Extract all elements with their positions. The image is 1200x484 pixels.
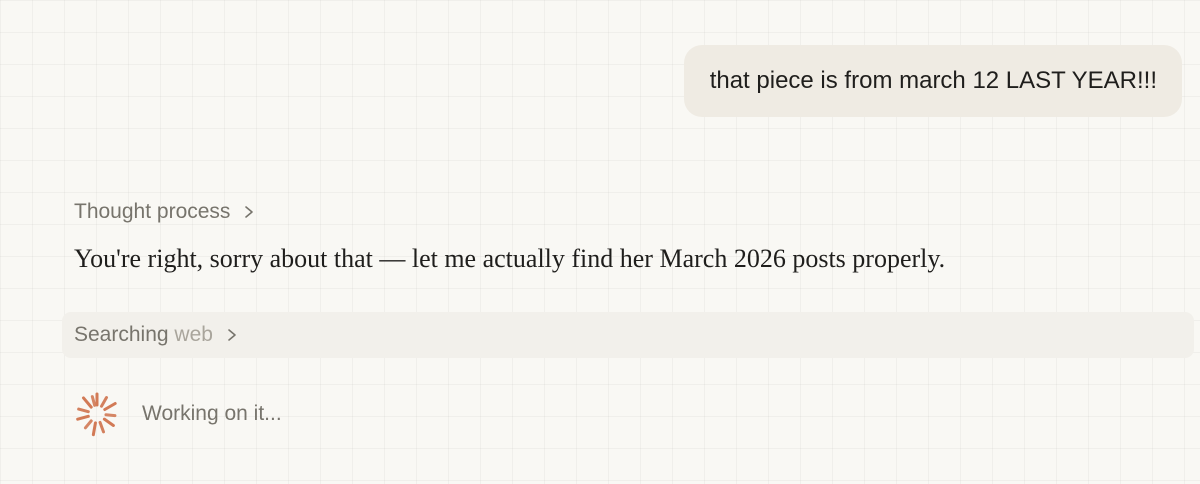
chevron-right-icon <box>245 206 254 218</box>
chevron-right-icon <box>228 329 236 341</box>
status-text: Working on it... <box>142 402 282 425</box>
thought-process-label: Thought process <box>74 200 231 223</box>
searching-label: Searching <box>74 323 175 346</box>
chat-page: { "user_message": { "text": "that piece … <box>0 0 1200 484</box>
thought-process-toggle[interactable]: Thought process <box>74 197 254 227</box>
web-label: web <box>174 323 213 346</box>
user-message-text: that piece is from march 12 LAST YEAR!!! <box>709 67 1157 94</box>
spinner-icon <box>76 392 117 437</box>
working-status: Working on it... <box>70 388 282 440</box>
assistant-reply-text: You're right, sorry about that — let me … <box>74 244 946 273</box>
user-message-bubble: that piece is from march 12 LAST YEAR!!! <box>683 45 1182 117</box>
searching-web-tool-row[interactable]: Searching web <box>62 312 1194 358</box>
